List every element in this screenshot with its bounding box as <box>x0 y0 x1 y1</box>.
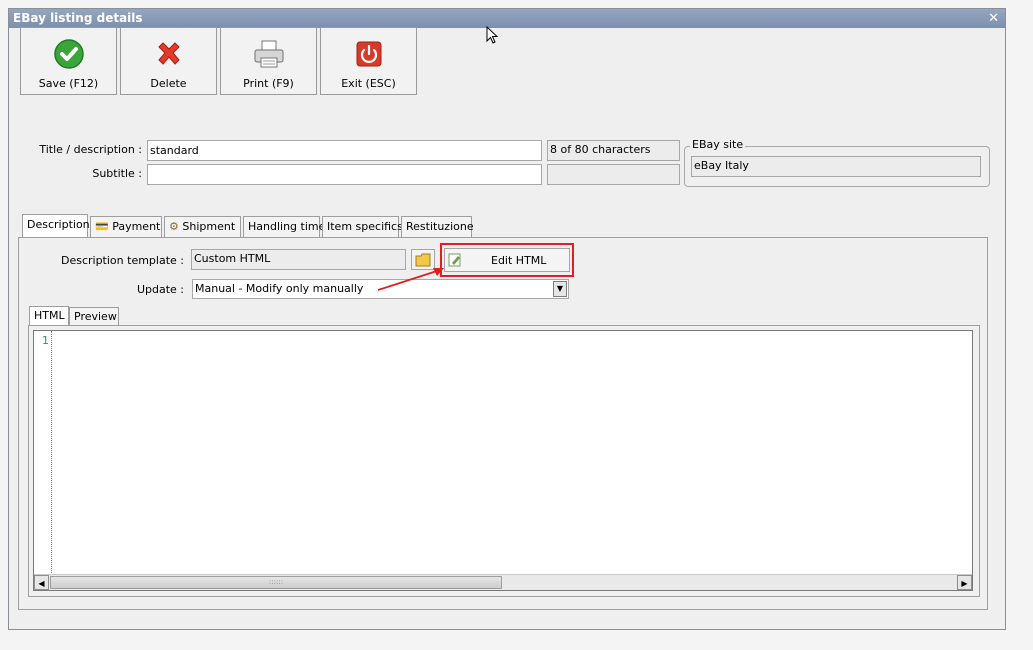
tab-shipment-label: Shipment <box>182 220 236 233</box>
subtitle-label: Subtitle : <box>92 167 142 180</box>
update-label: Update : <box>136 283 184 296</box>
scroll-right-icon[interactable]: ▶ <box>957 575 972 590</box>
close-icon[interactable]: ✕ <box>988 9 999 28</box>
line-number: 1 <box>42 334 49 347</box>
horizontal-scrollbar[interactable]: ◀ :::::: ▶ <box>34 574 972 590</box>
tab-description-label: Description <box>27 218 90 231</box>
save-button[interactable]: Save (F12) <box>20 27 117 95</box>
exit-button-label: Exit (ESC) <box>341 77 396 90</box>
print-button[interactable]: Print (F9) <box>220 27 317 95</box>
exit-button[interactable]: Exit (ESC) <box>320 27 417 95</box>
save-button-label: Save (F12) <box>38 77 99 90</box>
ebay-site-group-title: EBay site <box>690 138 746 151</box>
tab-restituzione[interactable]: Restituzione <box>401 216 474 238</box>
ebay-site-field[interactable]: eBay Italy <box>691 156 981 177</box>
tab-payment-label: Payment <box>112 220 161 233</box>
subtitle-input[interactable] <box>147 164 542 185</box>
edit-html-button[interactable]: Edit HTML <box>444 248 570 272</box>
html-editor[interactable]: 1 ◀ :::::: ▶ <box>33 330 973 591</box>
title-label: Title / description : <box>39 143 142 156</box>
description-template-label: Description template : <box>60 254 184 267</box>
tab-handling-time[interactable]: Handling time <box>243 216 325 238</box>
printer-icon <box>254 40 283 68</box>
char-count: 8 of 80 characters <box>547 140 680 161</box>
tab-item-specifics[interactable]: Item specifics <box>322 216 403 238</box>
power-icon <box>356 41 381 67</box>
delete-button[interactable]: Delete <box>120 27 217 95</box>
window-title: EBay listing details <box>13 11 143 25</box>
shipment-icon: ⚙ <box>169 220 179 233</box>
delete-x-icon <box>157 42 180 65</box>
tab-preview[interactable]: Preview <box>69 307 119 326</box>
tab-html-label: HTML <box>34 309 65 322</box>
tab-handling-time-label: Handling time <box>248 220 326 233</box>
tab-restituzione-label: Restituzione <box>406 220 474 233</box>
tab-item-specifics-label: Item specifics <box>327 220 403 233</box>
tab-payment[interactable]: 💳 Payment <box>90 216 162 238</box>
edit-html-label: Edit HTML <box>491 254 547 267</box>
chevron-down-icon[interactable]: ▼ <box>553 281 567 297</box>
tab-description[interactable]: Description <box>22 214 90 238</box>
payment-icon: 💳 <box>95 220 109 233</box>
tab-shipment[interactable]: ⚙ Shipment <box>164 216 241 238</box>
print-button-label: Print (F9) <box>243 77 294 90</box>
titlebar: EBay listing details ✕ <box>9 9 1005 28</box>
line-gutter: 1 <box>34 331 52 575</box>
tab-html[interactable]: HTML <box>29 306 69 326</box>
scroll-left-icon[interactable]: ◀ <box>34 575 49 590</box>
update-select-value: Manual - Modify only manually <box>195 282 364 295</box>
check-icon <box>53 39 84 69</box>
subtitle-char-count <box>547 164 680 185</box>
annotation-arrow-icon <box>377 268 444 291</box>
delete-button-label: Delete <box>150 77 187 90</box>
scroll-thumb[interactable]: :::::: <box>50 576 502 589</box>
title-input[interactable]: standard <box>147 140 542 161</box>
tab-preview-label: Preview <box>74 310 117 323</box>
mouse-cursor-icon <box>486 26 499 44</box>
edit-document-icon <box>448 253 461 267</box>
